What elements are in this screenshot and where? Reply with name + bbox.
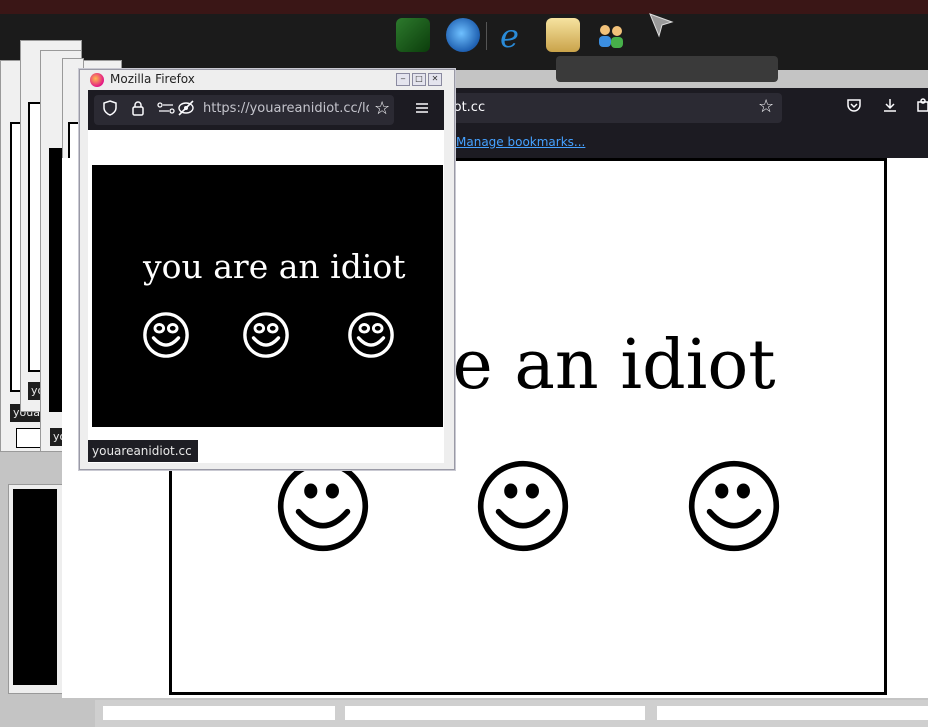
windows-update-icon[interactable] [446, 18, 480, 52]
bookmark-star-icon[interactable]: ☆ [374, 98, 390, 119]
popup-status-bar: youareanidiot.cc [88, 440, 198, 462]
bottom-window-edge [103, 706, 335, 720]
menu-icon[interactable] [414, 100, 430, 120]
maximize-button[interactable]: □ [412, 73, 426, 86]
stacked-window-5-page [13, 489, 57, 685]
popup-window[interactable]: Mozilla Firefox ‒ □ ✕ https://youareanid… [79, 69, 455, 470]
popup-title: Mozilla Firefox [110, 72, 195, 86]
cursor-icon [648, 12, 674, 42]
games-icon[interactable] [396, 18, 430, 52]
users-icon[interactable] [594, 18, 628, 52]
lock-icon[interactable] [130, 100, 146, 120]
popup-content [92, 165, 443, 427]
folder-mail-icon[interactable] [546, 18, 580, 52]
smiley-icon [688, 460, 780, 552]
taskbar-separator [486, 22, 487, 50]
smiley-icon [477, 460, 569, 552]
desktop-stripe [0, 0, 928, 14]
smiley-icon [277, 460, 369, 552]
smiley-icon [348, 312, 394, 358]
bottom-window-edges [95, 700, 928, 727]
bottom-window-edge [657, 706, 928, 720]
pocket-icon[interactable] [846, 97, 862, 117]
smiley-icon [143, 312, 189, 358]
taskbar-pill [556, 56, 778, 82]
background-url-bar[interactable] [438, 93, 782, 123]
shield-icon[interactable] [102, 100, 118, 120]
permissions-icon[interactable] [156, 100, 176, 120]
background-bookmark-star-icon[interactable]: ☆ [758, 96, 774, 117]
minimize-button[interactable]: ‒ [396, 73, 410, 86]
smiley-icon [243, 312, 289, 358]
firefox-icon [90, 73, 104, 87]
svg-text:e: e [500, 18, 519, 52]
bottom-window-edge [345, 706, 645, 720]
background-url-text: iot.cc [450, 100, 486, 115]
popup-url-text[interactable]: https://youareanidiot.cc/lol. [203, 101, 369, 116]
extensions-icon[interactable] [916, 97, 928, 117]
internet-explorer-icon[interactable]: e [496, 17, 530, 55]
downloads-icon[interactable] [882, 97, 898, 117]
tracking-blocked-icon[interactable] [177, 100, 195, 120]
popup-page-heading: you are an idiot [143, 247, 406, 286]
close-button[interactable]: ✕ [428, 73, 442, 86]
background-page-heading: re an idiot [420, 326, 776, 405]
manage-bookmarks-link[interactable]: Manage bookmarks... [456, 135, 585, 149]
